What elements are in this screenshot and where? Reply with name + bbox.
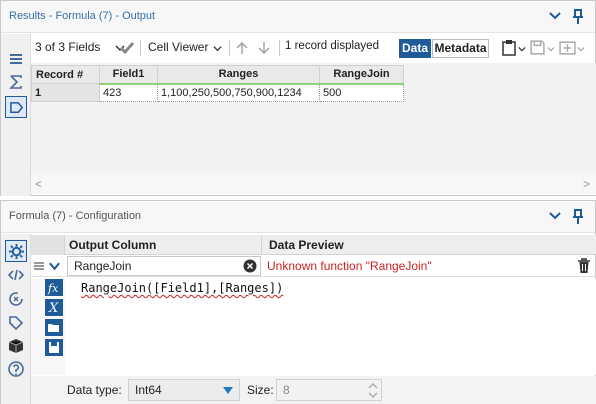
svg-text:fx: fx — [47, 282, 59, 295]
column-header[interactable]: Ranges — [157, 65, 320, 85]
column-header[interactable]: Record # — [31, 65, 100, 84]
formula-grid-header: Output Column Data Preview — [31, 235, 596, 255]
config-title-bar: Formula (7) - Configuration — [1, 201, 595, 233]
decrement-icon[interactable] — [368, 391, 378, 399]
results-pane: Results - Formula (7) - Output 3 of 3 Fi… — [0, 0, 596, 196]
table-header-row: Record # Field1 Ranges RangeJoin — [31, 65, 404, 85]
results-toolbar: 3 of 3 Fields Cell Viewer 1 record displ… — [31, 35, 595, 61]
svg-text:X: X — [48, 301, 59, 316]
help-icon[interactable] — [8, 361, 24, 377]
expression-text: RangeJoin([Field1],[Ranges]) — [81, 281, 284, 295]
data-preview-error: Unknown function "RangeJoin" — [267, 259, 432, 273]
config-pane: Formula (7) - Configuration Output Colum… — [0, 200, 596, 404]
table-cell[interactable]: 1 — [31, 83, 100, 102]
records-displayed-label: 1 record displayed — [285, 40, 379, 52]
config-title: Formula (7) - Configuration — [9, 210, 142, 222]
refresh-icon[interactable] — [8, 291, 24, 307]
chevron-down-icon[interactable] — [548, 9, 562, 23]
expression-editor[interactable]: RangeJoin([Field1],[Ranges]) — [65, 279, 596, 375]
save-icon[interactable] — [529, 39, 546, 56]
dropdown-arrow-icon[interactable] — [547, 45, 555, 53]
config-sidebar — [1, 234, 31, 404]
table-cell[interactable]: 1,100,250,500,750,900,1234 — [157, 83, 320, 102]
configuration-tab-button[interactable] — [5, 240, 27, 262]
code-icon[interactable] — [8, 267, 24, 283]
dropdown-arrow-icon — [223, 387, 233, 394]
function-icon[interactable]: fx — [45, 279, 63, 296]
scroll-left-icon[interactable]: < — [35, 177, 42, 191]
data-preview-header: Data Preview — [269, 238, 344, 252]
add-tool-icon[interactable] — [559, 39, 576, 56]
size-stepper[interactable]: 8 — [276, 379, 382, 401]
data-button[interactable]: Data — [399, 39, 431, 58]
pin-icon[interactable] — [570, 8, 586, 26]
tag-icon[interactable] — [8, 315, 24, 331]
chevron-down-icon[interactable] — [548, 209, 562, 223]
increment-icon[interactable] — [368, 382, 378, 390]
row-handle-icon[interactable] — [33, 260, 45, 272]
formula-field-row: RangeJoin Unknown function "RangeJoin" — [31, 255, 596, 277]
cube-icon[interactable] — [8, 338, 24, 354]
size-label: Size: — [247, 383, 274, 397]
results-table: Record # Field1 Ranges RangeJoin 1 423 1… — [31, 65, 404, 102]
data-type-select[interactable]: Int64 — [128, 379, 240, 401]
dropdown-arrow-icon[interactable] — [577, 45, 585, 53]
column-header[interactable]: RangeJoin — [319, 65, 404, 85]
table-cell[interactable]: 500 — [319, 83, 404, 102]
sigma-icon[interactable] — [8, 74, 24, 90]
open-folder-icon[interactable] — [45, 319, 63, 336]
table-cell[interactable]: 423 — [99, 83, 158, 102]
results-title-bar: Results - Formula (7) - Output — [1, 1, 595, 33]
clear-icon[interactable] — [243, 259, 257, 273]
output-column-value: RangeJoin — [74, 259, 132, 273]
fields-dropdown[interactable]: 3 of 3 Fields — [35, 40, 100, 54]
tag-icon — [10, 102, 24, 113]
metadata-button[interactable]: Metadata — [432, 39, 489, 58]
output-column-header: Output Column — [69, 238, 157, 252]
output-tag-button[interactable] — [5, 96, 27, 118]
pin-icon[interactable] — [570, 208, 586, 226]
table-icon[interactable] — [8, 51, 24, 67]
data-type-label: Data type: — [67, 383, 122, 397]
trash-icon[interactable] — [577, 258, 591, 274]
scroll-right-icon[interactable]: > — [583, 177, 590, 191]
dropdown-arrow-icon[interactable] — [518, 45, 526, 53]
cell-viewer-dropdown[interactable]: Cell Viewer — [148, 40, 208, 54]
gear-icon — [9, 244, 24, 259]
chevron-down-icon[interactable] — [48, 260, 61, 272]
data-type-value: Int64 — [135, 383, 162, 397]
results-sidebar — [1, 34, 31, 196]
arrow-down-icon[interactable] — [257, 40, 271, 56]
clipboard-icon[interactable] — [501, 39, 517, 57]
size-value: 8 — [283, 383, 290, 397]
checkmark-icon[interactable] — [119, 40, 135, 56]
dropdown-arrow-icon[interactable] — [213, 44, 222, 53]
data-type-bar: Data type: Int64 Size: 8 — [31, 376, 596, 404]
arrow-up-icon[interactable] — [235, 40, 249, 56]
variable-icon[interactable]: X — [45, 299, 63, 316]
results-grid: Record # Field1 Ranges RangeJoin 1 423 1… — [31, 63, 596, 173]
horizontal-scrollbar[interactable]: < > — [31, 173, 596, 195]
results-title: Results - Formula (7) - Output — [9, 10, 156, 22]
output-column-field[interactable]: RangeJoin — [67, 256, 261, 276]
save-expression-icon[interactable] — [45, 339, 63, 356]
column-header[interactable]: Field1 — [99, 65, 158, 85]
table-row: 1 423 1,100,250,500,750,900,1234 500 — [31, 83, 404, 102]
